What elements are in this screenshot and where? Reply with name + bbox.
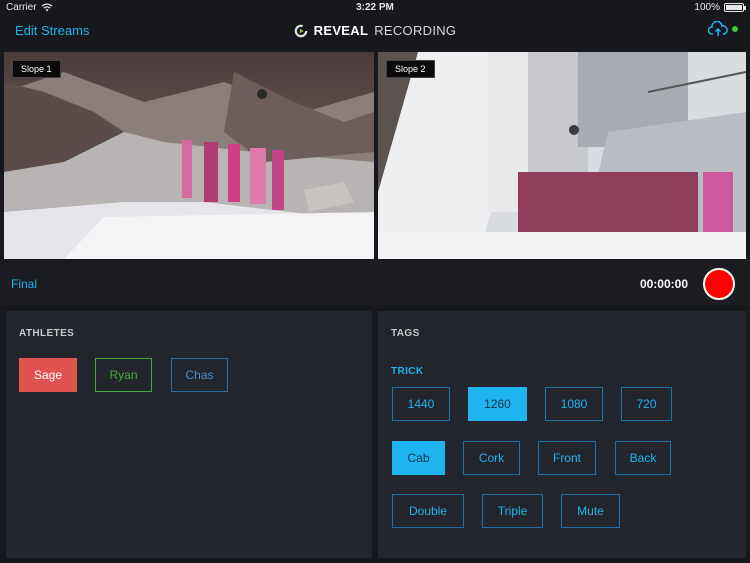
recording-timer: 00:00:00	[639, 277, 688, 291]
reveal-logo-icon	[294, 24, 307, 37]
tag-chip-double[interactable]: Double	[392, 494, 464, 528]
athletes-title: ATHLETES	[19, 328, 75, 339]
status-time: 3:22 PM	[356, 2, 394, 13]
tag-chip-1080[interactable]: 1080	[545, 387, 603, 421]
video-stream-slope-2[interactable]: Slope 2	[378, 52, 746, 259]
tags-panel: TAGS TRICK 1440 1260 1080 720 Cab Cork F…	[378, 311, 746, 558]
trick-subtitle: TRICK	[391, 366, 424, 377]
app-brand: REVEAL RECORDING	[0, 23, 750, 38]
tag-chip-triple[interactable]: Triple	[482, 494, 543, 528]
recording-control-bar: Final 00:00:00	[0, 260, 750, 306]
stream-label: Slope 2	[386, 60, 435, 78]
video-stream-slope-1[interactable]: Slope 1	[4, 52, 374, 259]
battery-group: 100%	[694, 2, 746, 13]
tag-chip-front[interactable]: Front	[538, 441, 596, 475]
brand-light: RECORDING	[374, 23, 457, 38]
athletes-panel: ATHLETES Sage Ryan Chas	[6, 311, 372, 558]
athlete-chip-ryan[interactable]: Ryan	[95, 358, 152, 392]
stream-label: Slope 1	[12, 60, 61, 78]
online-indicator	[732, 26, 738, 32]
battery-icon	[724, 3, 746, 12]
tag-chip-cork[interactable]: Cork	[463, 441, 520, 475]
cloud-upload-icon[interactable]	[708, 21, 728, 37]
athlete-chip-chas[interactable]: Chas	[171, 358, 228, 392]
record-button[interactable]	[703, 268, 735, 300]
athlete-chip-sage[interactable]: Sage	[19, 358, 77, 392]
brand-bold: REVEAL	[313, 23, 369, 38]
upload-status[interactable]	[708, 21, 738, 37]
tag-chip-mute[interactable]: Mute	[561, 494, 620, 528]
tag-chip-cab[interactable]: Cab	[392, 441, 445, 475]
battery-percent: 100%	[694, 2, 720, 13]
final-button[interactable]: Final	[11, 277, 37, 291]
tag-chip-1260[interactable]: 1260	[468, 387, 527, 421]
tag-chip-720[interactable]: 720	[621, 387, 672, 421]
status-bar: Carrier 3:22 PM 100%	[0, 0, 750, 16]
tag-chip-1440[interactable]: 1440	[392, 387, 450, 421]
tag-chip-back[interactable]: Back	[615, 441, 671, 475]
tags-title: TAGS	[391, 328, 420, 339]
nav-bar: Edit Streams REVEAL RECORDING	[0, 16, 750, 48]
